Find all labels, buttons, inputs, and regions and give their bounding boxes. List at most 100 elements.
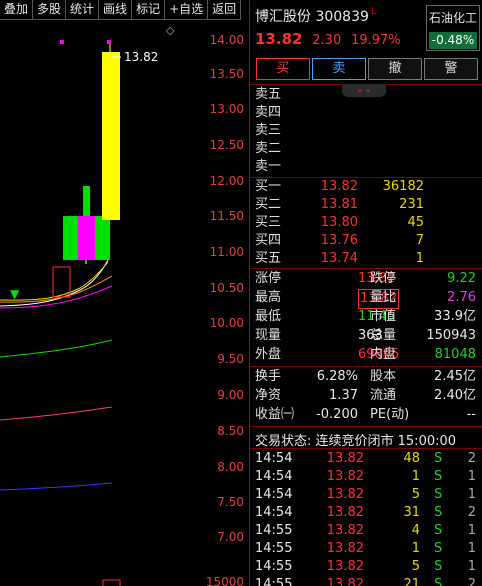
bid-row[interactable]: 买四 13.76 7	[250, 232, 482, 250]
price-change: 2.30	[312, 33, 342, 48]
back-button[interactable]: 返回	[208, 0, 242, 20]
tick-row[interactable]: 14:54 13.82 48 S 2	[250, 450, 482, 468]
stat-label: 最高	[255, 290, 282, 305]
candle-magenta	[78, 216, 95, 260]
tick-row[interactable]: 14:54 13.82 5 S 1	[250, 486, 482, 504]
stat-value: 2.76	[447, 290, 476, 305]
bid-row[interactable]: 买一 13.82 36182	[250, 178, 482, 196]
tick-price: 13.82	[326, 523, 364, 538]
axis-tick-label: 8.00	[217, 460, 244, 474]
stat-label: 流通	[370, 388, 397, 403]
ask-row[interactable]: 卖一	[250, 158, 482, 176]
last-price: 13.82	[255, 30, 303, 48]
tick-row[interactable]: 14:54 13.82 31 S 2	[250, 504, 482, 522]
level-price: 13.76	[320, 233, 358, 248]
stat-label: 市值	[370, 309, 397, 324]
level-label: 买四	[255, 233, 282, 248]
tick-count: 2	[467, 577, 476, 586]
alert-button[interactable]: 警	[424, 58, 478, 80]
level-price: 13.82	[320, 179, 358, 194]
stat-value: 150943	[426, 328, 476, 343]
tick-volume: 5	[411, 559, 420, 574]
stat-value: 2.40亿	[434, 388, 476, 403]
tick-row[interactable]: 14:55 13.82 4 S 1	[250, 522, 482, 540]
tick-count: 2	[467, 505, 476, 520]
tick-side: S	[434, 469, 443, 484]
multi-stock-button[interactable]: 多股	[33, 0, 67, 20]
ask-row[interactable]: 卖五	[250, 86, 482, 104]
stat-label: 外盘	[255, 347, 282, 362]
divider	[250, 426, 482, 427]
bid-row[interactable]: 买二 13.81 231	[250, 196, 482, 214]
trade-actions: 买 卖 撤 警	[256, 58, 478, 80]
axis-tick-label: 9.00	[217, 388, 244, 402]
tick-price: 13.82	[326, 559, 364, 574]
axis-tick-label: 12.00	[209, 174, 244, 188]
marker-dot	[107, 40, 111, 44]
ma-line-blue	[0, 482, 113, 491]
ask-row[interactable]: 卖二	[250, 140, 482, 158]
bid-row[interactable]: 买三 13.80 45	[250, 214, 482, 232]
tick-price: 13.82	[326, 469, 364, 484]
level-volume: 36182	[382, 179, 424, 194]
tick-volume: 1	[411, 541, 420, 556]
tick-price: 13.82	[326, 505, 364, 520]
level-label: 卖三	[255, 123, 282, 138]
cancel-order-button[interactable]: 撤	[368, 58, 422, 80]
bid-row[interactable]: 买五 13.74 1	[250, 250, 482, 268]
stat-label: PE(动)	[370, 407, 410, 422]
stat-label: 收益㈠	[255, 407, 295, 422]
mark-button[interactable]: 标记	[132, 0, 166, 20]
stats-row: 收益㈠ -0.200 PE(动) --	[250, 406, 482, 424]
tick-count: 1	[467, 487, 476, 502]
stat-label: 内盘	[370, 347, 397, 362]
tick-side: S	[434, 523, 443, 538]
add-watchlist-button[interactable]: +自选	[165, 0, 209, 20]
stock-title[interactable]: 博汇股份 300839 L	[255, 6, 376, 26]
tick-count: 2	[467, 451, 476, 466]
level-volume: 7	[415, 233, 424, 248]
stat-value: 33.9亿	[434, 309, 476, 324]
candle-limit-up	[102, 52, 120, 220]
stat-label: 净资	[255, 388, 282, 403]
stat-label: 涨停	[255, 271, 282, 286]
buy-button[interactable]: 买	[256, 58, 310, 80]
kline-chart[interactable]: ◇ ▼ 13.82 叠加 多股 统计 画线 标记 +自选 返回 14.00 13.…	[0, 0, 249, 586]
axis-tick-label: 13.50	[209, 67, 244, 81]
sector-box[interactable]: 石油化工 -0.48%	[426, 5, 480, 51]
ask-row[interactable]: 卖四	[250, 104, 482, 122]
stat-value: 1.37	[329, 388, 358, 403]
stock-name-code: 博汇股份 300839	[255, 9, 369, 25]
tick-row[interactable]: 14:54 13.82 1 S 1	[250, 468, 482, 486]
diamond-icon: ◇	[166, 24, 175, 37]
marker-dot	[60, 40, 64, 44]
tick-side: S	[434, 541, 443, 556]
tick-row[interactable]: 14:55 13.82 1 S 1	[250, 540, 482, 558]
ask-row[interactable]: 卖三	[250, 122, 482, 140]
axis-tick-label: 15000	[205, 575, 244, 586]
tick-count: 1	[467, 559, 476, 574]
tick-side: S	[434, 577, 443, 586]
draw-line-button[interactable]: 画线	[99, 0, 133, 20]
level-label: 卖五	[255, 87, 282, 102]
stock-mark: L	[370, 6, 377, 17]
tick-volume: 4	[411, 523, 420, 538]
tick-time: 14:54	[255, 451, 293, 466]
tick-row[interactable]: 14:55 13.82 21 S 2	[250, 576, 482, 586]
level-price: 13.80	[320, 215, 358, 230]
ma-line-pink	[0, 406, 113, 421]
level-price: 13.74	[320, 251, 358, 266]
sell-button[interactable]: 卖	[312, 58, 366, 80]
overlay-button[interactable]: 叠加	[0, 0, 34, 20]
stat-value: 81048	[434, 347, 476, 362]
stats-row: 现量 363 总量 150943	[250, 327, 482, 345]
divider	[250, 448, 482, 449]
quote-panel: 博汇股份 300839 L 13.82 2.30 19.97% 石油化工 -0.4…	[250, 0, 482, 586]
candle-outline	[52, 266, 71, 298]
volume-bar	[102, 579, 121, 586]
chart-toolbar: 叠加 多股 统计 画线 标记 +自选 返回	[0, 0, 242, 20]
level-label: 卖一	[255, 159, 282, 174]
statistics-button[interactable]: 统计	[66, 0, 100, 20]
stats-row: 净资 1.37 流通 2.40亿	[250, 387, 482, 405]
tick-row[interactable]: 14:55 13.82 5 S 1	[250, 558, 482, 576]
